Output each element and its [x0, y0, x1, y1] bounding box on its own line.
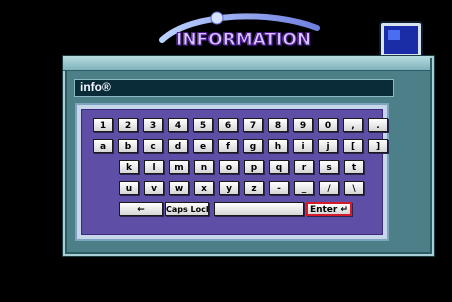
space-key[interactable]: [214, 202, 304, 216]
key-2-6[interactable]: f: [218, 139, 238, 153]
key-2-9[interactable]: i: [293, 139, 313, 153]
backspace-key[interactable]: ←: [119, 202, 163, 216]
key-2-5[interactable]: e: [193, 139, 213, 153]
key-3-2[interactable]: l: [144, 160, 164, 174]
key-4-7[interactable]: -: [269, 181, 289, 195]
key-1-9[interactable]: 9: [293, 118, 313, 132]
key-4-5[interactable]: y: [219, 181, 239, 195]
key-2-1[interactable]: a: [93, 139, 113, 153]
key-2-8[interactable]: h: [268, 139, 288, 153]
key-4-9[interactable]: /: [319, 181, 339, 195]
key-4-3[interactable]: w: [169, 181, 189, 195]
key-3-9[interactable]: s: [319, 160, 339, 174]
key-3-6[interactable]: p: [244, 160, 264, 174]
key-1-12[interactable]: .: [368, 118, 388, 132]
key-2-10[interactable]: j: [318, 139, 338, 153]
key-2-3[interactable]: c: [143, 139, 163, 153]
key-1-6[interactable]: 6: [218, 118, 238, 132]
key-1-10[interactable]: 0: [318, 118, 338, 132]
key-4-8[interactable]: _: [294, 181, 314, 195]
page-title: INFORMATION: [176, 30, 312, 51]
key-1-1[interactable]: 1: [93, 118, 113, 132]
key-3-3[interactable]: m: [169, 160, 189, 174]
key-1-5[interactable]: 5: [193, 118, 213, 132]
key-2-2[interactable]: b: [118, 139, 138, 153]
key-3-4[interactable]: n: [194, 160, 214, 174]
key-4-6[interactable]: z: [244, 181, 264, 195]
key-2-4[interactable]: d: [168, 139, 188, 153]
caps-lock-key[interactable]: Caps Lock: [165, 202, 209, 216]
key-1-3[interactable]: 3: [143, 118, 163, 132]
key-1-4[interactable]: 4: [168, 118, 188, 132]
text-input-value: info®: [80, 80, 111, 94]
key-3-8[interactable]: r: [294, 160, 314, 174]
key-1-2[interactable]: 2: [118, 118, 138, 132]
key-2-12[interactable]: ]: [368, 139, 388, 153]
key-3-5[interactable]: o: [219, 160, 239, 174]
key-3-10[interactable]: t: [344, 160, 364, 174]
window-titlebar: [63, 56, 430, 71]
key-3-1[interactable]: k: [119, 160, 139, 174]
key-1-7[interactable]: 7: [243, 118, 263, 132]
key-1-11[interactable]: ,: [343, 118, 363, 132]
key-2-7[interactable]: g: [243, 139, 263, 153]
key-4-2[interactable]: v: [144, 181, 164, 195]
key-4-10[interactable]: \: [344, 181, 364, 195]
key-2-11[interactable]: [: [343, 139, 363, 153]
enter-key[interactable]: Enter ↵: [306, 202, 352, 216]
text-input-field[interactable]: [74, 79, 394, 97]
key-1-8[interactable]: 8: [268, 118, 288, 132]
key-3-7[interactable]: q: [269, 160, 289, 174]
key-4-4[interactable]: x: [194, 181, 214, 195]
key-4-1[interactable]: u: [119, 181, 139, 195]
